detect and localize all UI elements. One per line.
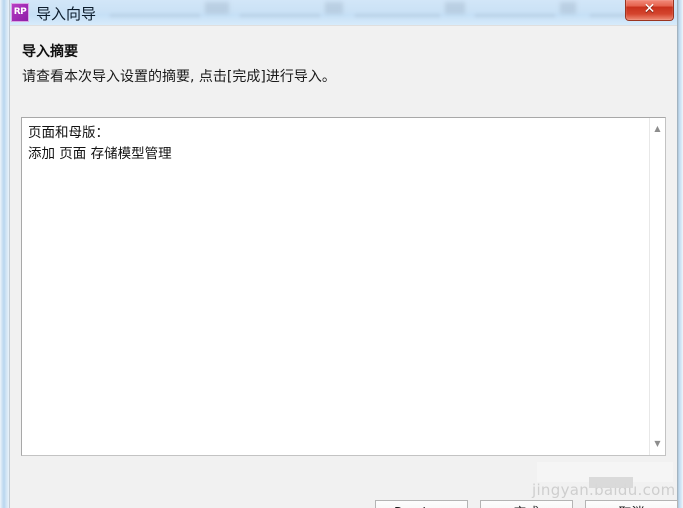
summary-scrollbar[interactable]: ▲ ▼ [649, 118, 665, 455]
titlebar-background-artifacts [0, 0, 683, 25]
close-button[interactable]: ✕ [625, 0, 674, 21]
window-title: 导入向导 [36, 5, 97, 23]
axure-rp-app-icon: RP [11, 3, 29, 22]
window-frame-left-edge [0, 0, 10, 508]
screenshot-root: RP 导入向导 ✕ 导入摘要 请查看本次导入设置的摘要, 点击[完成]进行导入。… [0, 0, 683, 508]
cancel-button[interactable]: 取消 [585, 500, 678, 508]
scroll-down-icon[interactable]: ▼ [650, 436, 665, 452]
window-frame-right-edge [677, 0, 683, 508]
previous-button[interactable]: Previous [375, 500, 468, 508]
close-icon: ✕ [643, 1, 656, 17]
page-title: 导入摘要 [22, 44, 78, 60]
watermark-block-overlay [589, 477, 633, 488]
import-wizard-window: RP 导入向导 ✕ 导入摘要 请查看本次导入设置的摘要, 点击[完成]进行导入。… [0, 0, 683, 508]
import-summary-text: 页面和母版： 添加 页面 存储模型管理 [28, 125, 172, 162]
dialog-body: 导入摘要 请查看本次导入设置的摘要, 点击[完成]进行导入。 页面和母版： 添加… [10, 25, 678, 508]
page-subtitle: 请查看本次导入设置的摘要, 点击[完成]进行导入。 [22, 69, 336, 85]
scroll-up-icon[interactable]: ▲ [650, 121, 665, 137]
import-summary-textbox[interactable]: 页面和母版： 添加 页面 存储模型管理 ▲ ▼ [21, 117, 666, 456]
finish-button[interactable]: 完成 [480, 500, 573, 508]
window-titlebar[interactable]: RP 导入向导 ✕ [0, 0, 683, 25]
